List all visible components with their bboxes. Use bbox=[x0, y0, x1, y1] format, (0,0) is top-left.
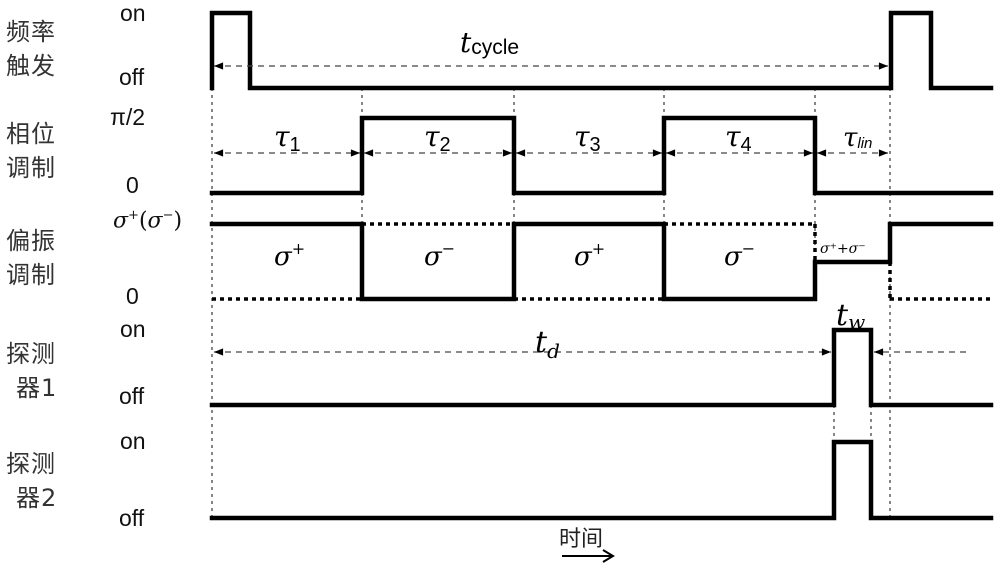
label-tau4: τ4 bbox=[725, 120, 752, 156]
time-axis-label: 时间 bbox=[559, 527, 603, 552]
label-tau-lin: τlin bbox=[843, 123, 872, 153]
label-t-w: tw bbox=[836, 298, 865, 334]
label-t-cycle: tcycle bbox=[460, 26, 519, 59]
signal-polarization-modulation bbox=[209, 221, 994, 302]
label-sigma-lin: σ⁺+σ⁻ bbox=[820, 241, 866, 257]
label-t-d: td bbox=[535, 325, 560, 363]
signal-phase-modulation bbox=[209, 115, 994, 196]
signal-frequency-trigger bbox=[209, 10, 994, 91]
signal-detector-1 bbox=[209, 327, 994, 408]
label-tau3: τ3 bbox=[574, 120, 601, 156]
timing-diagram: tcycle τ1 τ2 τ3 τ4 τlin σ+ σ− σ+ σ− σ⁺+σ… bbox=[209, 10, 994, 563]
label-tau1: τ1 bbox=[274, 120, 301, 156]
label-tau2: τ2 bbox=[424, 120, 451, 156]
label-sigma-plus-1: σ+ bbox=[274, 239, 305, 272]
signal-detector-2 bbox=[209, 439, 994, 521]
label-sigma-minus-2: σ− bbox=[424, 239, 455, 272]
label-sigma-plus-3: σ+ bbox=[574, 239, 605, 272]
label-sigma-minus-4: σ− bbox=[724, 239, 755, 272]
